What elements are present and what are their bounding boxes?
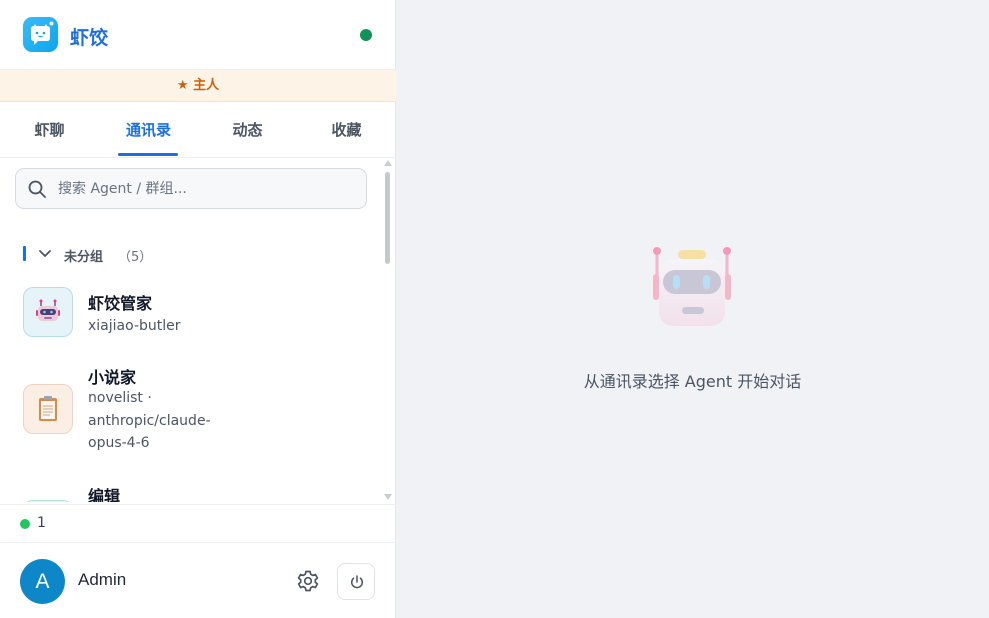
contact-list-scrollbar[interactable] — [383, 160, 393, 502]
online-dot-icon — [20, 519, 30, 529]
scroll-down-arrow-icon[interactable] — [384, 494, 392, 500]
connection-status-dot — [360, 29, 372, 41]
search-icon — [28, 180, 46, 198]
role-banner: ★ 主人 — [0, 70, 396, 102]
group-header[interactable]: 未分组 （5） — [0, 244, 382, 265]
chevron-down-icon[interactable] — [38, 247, 52, 261]
robot-icon — [653, 247, 731, 326]
tab-contacts[interactable]: 通讯录 — [99, 102, 198, 158]
clipboard-icon — [39, 396, 57, 421]
app-title: 虾饺 — [70, 27, 109, 49]
group-label: 未分组 — [64, 250, 104, 265]
logout-button[interactable] — [337, 563, 375, 600]
contact-avatar — [23, 500, 73, 502]
contact-avatar — [23, 287, 73, 337]
tab-bar: 虾聊 通讯录 动态 收藏 — [0, 102, 396, 158]
tab-favorites[interactable]: 收藏 — [297, 102, 396, 158]
group-count: （5） — [118, 250, 153, 265]
sidebar: 虾饺 ★ 主人 虾聊 通讯录 动态 收藏 未分组 （5） — [0, 0, 396, 618]
app-header: 虾饺 — [0, 0, 396, 70]
power-icon — [351, 575, 363, 589]
avatar[interactable]: A — [20, 559, 65, 604]
tab-chat[interactable]: 虾聊 — [0, 102, 99, 158]
online-count: 1 — [37, 515, 46, 531]
empty-state-message: 从通讯录选择 Agent 开始对话 — [583, 372, 802, 391]
search-input[interactable] — [58, 169, 358, 208]
list-item[interactable]: 编辑 — [0, 482, 382, 502]
robot-icon — [36, 299, 60, 321]
contact-name: 小说家 — [88, 368, 137, 387]
list-item[interactable]: 虾饺管家 xiajiao-butler — [0, 282, 382, 350]
contact-subtitle: novelist · anthropic/claude-opus-4-6 — [88, 390, 211, 451]
chat-area: 从通讯录选择 Agent 开始对话 — [396, 0, 989, 618]
contact-name: 编辑 — [88, 487, 121, 502]
contact-list: 未分组 （5） 虾饺管家 xiajiao-butler 小说家 novelist… — [0, 230, 382, 502]
list-item[interactable]: 小说家 novelist · anthropic/claude-opus-4-6 — [0, 360, 382, 460]
search-box — [15, 168, 367, 209]
group-accent-bar — [23, 246, 26, 261]
user-panel: A Admin — [0, 542, 396, 618]
scroll-thumb[interactable] — [385, 172, 390, 264]
gear-icon[interactable] — [294, 567, 322, 595]
tab-moments[interactable]: 动态 — [198, 102, 297, 158]
contact-avatar — [23, 384, 73, 434]
user-name: Admin — [78, 570, 127, 589]
contact-name: 虾饺管家 — [88, 294, 153, 313]
online-status-bar: 1 — [0, 504, 396, 542]
active-tab-indicator — [118, 153, 178, 156]
contact-subtitle: xiajiao-butler — [88, 318, 181, 334]
app-logo-icon — [23, 17, 58, 52]
scroll-up-arrow-icon[interactable] — [384, 160, 392, 166]
